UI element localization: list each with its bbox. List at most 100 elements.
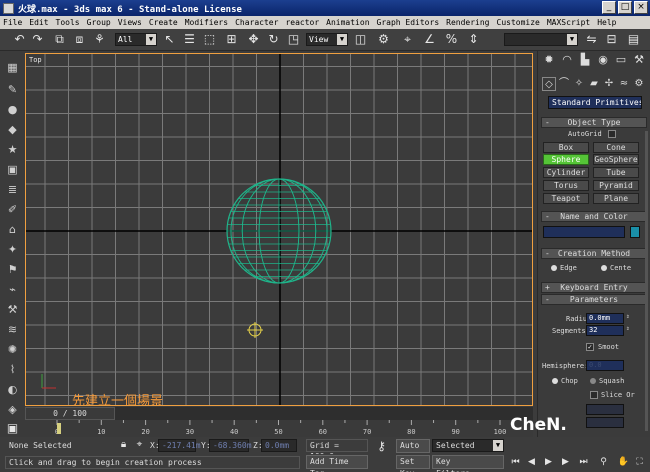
display-tab-icon[interactable]: ▭	[614, 53, 628, 67]
minimize-button[interactable]: _	[602, 1, 616, 14]
undo-icon[interactable]: ↶	[12, 32, 27, 47]
track-bar-toggle-icon[interactable]: ▣	[5, 421, 20, 436]
primitive-category-dropdown[interactable]: Standard Primitives	[548, 96, 642, 109]
object-name-input[interactable]	[543, 226, 625, 238]
menu-views[interactable]: Views	[118, 18, 142, 27]
go-to-end-icon[interactable]: ⏭	[576, 455, 591, 470]
tab-panel-icon[interactable]: ▦	[5, 61, 20, 75]
reference-coord-dropdown[interactable]: View ▼	[306, 33, 348, 46]
spinner-snap-icon[interactable]: ⇕	[466, 32, 481, 47]
light-tool-icon[interactable]: ✦	[5, 243, 20, 257]
rollout-name-color[interactable]: - Name and Color	[541, 211, 647, 222]
maximize-viewport-icon[interactable]: ⛶	[632, 455, 647, 470]
tube-button[interactable]: Tube	[593, 167, 639, 178]
shapes-category-icon[interactable]: ⌒	[557, 77, 571, 91]
hierarchy-tab-icon[interactable]: ▙	[578, 53, 592, 67]
cylinder-button[interactable]: Cylinder	[543, 167, 589, 178]
lights-category-icon[interactable]: ✧	[572, 77, 586, 91]
box-button[interactable]: Box	[543, 142, 589, 153]
center-radio[interactable]	[601, 265, 607, 271]
named-selection-dropdown[interactable]: ▼	[504, 33, 578, 46]
track-bar[interactable]: 0102030405060708090100 ▣	[0, 420, 533, 437]
spinner-arrows-icon[interactable]: ⇕	[626, 313, 630, 320]
x-coord-input[interactable]: -217.41m	[158, 439, 201, 452]
auto-key-button[interactable]: Auto Key	[396, 439, 430, 462]
menu-rendering[interactable]: Rendering	[446, 18, 489, 27]
play-icon[interactable]: ▶	[541, 455, 556, 470]
camera-tool-icon[interactable]: ⌂	[5, 223, 20, 237]
manipulate-icon[interactable]: ⚙	[376, 32, 391, 47]
pan-icon[interactable]: ✋	[616, 455, 631, 470]
layers-tool-icon[interactable]: ≣	[5, 183, 20, 197]
key-filters-button[interactable]: Key Filters...	[432, 455, 504, 472]
redo-icon[interactable]: ↷	[30, 32, 45, 47]
mirror-icon[interactable]: ⇋	[584, 32, 599, 47]
slice-from-input[interactable]	[586, 404, 624, 415]
go-to-start-icon[interactable]: ⏮	[508, 455, 523, 470]
rollout-creation-method[interactable]: - Creation Method	[541, 248, 647, 259]
rotate-icon[interactable]: ↻	[266, 32, 281, 47]
teapot-button[interactable]: Teapot	[543, 193, 589, 204]
menu-help[interactable]: Help	[597, 18, 616, 27]
plane-button[interactable]: Plane	[593, 193, 639, 204]
time-slider[interactable]: 0 / 100	[25, 407, 533, 420]
chop-radio[interactable]	[552, 378, 558, 384]
helper-tool-icon[interactable]: ⚑	[5, 263, 20, 277]
viewport-top[interactable]: Top 先建立一個場景	[25, 53, 533, 406]
system-tool-icon[interactable]: ⚒	[5, 303, 20, 317]
scale-icon[interactable]: ◳	[286, 32, 301, 47]
select-link-icon[interactable]: ⧉	[52, 32, 67, 47]
hemisphere-input[interactable]: 0.0	[586, 360, 624, 371]
key-icon[interactable]: ⚷	[374, 439, 389, 454]
pencil-tool-icon[interactable]: ✐	[5, 203, 20, 217]
particle-tool-icon[interactable]: ✺	[5, 343, 20, 357]
maximize-button[interactable]: □	[618, 1, 632, 14]
segments-input[interactable]: 32	[586, 325, 624, 336]
previous-frame-icon[interactable]: ◀	[524, 455, 539, 470]
squash-radio[interactable]	[590, 378, 596, 384]
sphere-button[interactable]: Sphere	[543, 154, 589, 165]
bind-space-warp-icon[interactable]: ⚘	[92, 32, 107, 47]
next-frame-icon[interactable]: ▶	[558, 455, 573, 470]
menu-animation[interactable]: Animation	[326, 18, 369, 27]
menu-edit[interactable]: Edit	[29, 18, 48, 27]
time-slider-thumb[interactable]: 0 / 100	[25, 407, 115, 420]
menu-customize[interactable]: Customize	[497, 18, 540, 27]
bone-tool-icon[interactable]: ⌇	[5, 363, 20, 377]
sphere-tool-icon[interactable]: ●	[5, 103, 20, 117]
render-tool-icon[interactable]: ◈	[5, 403, 20, 417]
edge-radio[interactable]	[551, 265, 557, 271]
utilities-tab-icon[interactable]: ⚒	[632, 53, 646, 67]
move-icon[interactable]: ✥	[246, 32, 261, 47]
pyramid-button[interactable]: Pyramid	[593, 180, 639, 191]
warp-tool-icon[interactable]: ⌁	[5, 283, 20, 297]
cone-button[interactable]: Cone	[593, 142, 639, 153]
select-object-icon[interactable]: ↖	[162, 32, 177, 47]
spacewarps-category-icon[interactable]: ≈	[617, 77, 631, 91]
set-key-button[interactable]: Set Key	[396, 455, 430, 472]
menu-graph-editors[interactable]: Graph Editors	[377, 18, 440, 27]
autogrid-checkbox[interactable]	[608, 130, 616, 138]
spinner-arrows-icon[interactable]: ⇕	[626, 325, 630, 332]
box-tool-icon[interactable]: ▣	[5, 163, 20, 177]
window-crossing-icon[interactable]: ⊞	[224, 32, 239, 47]
radius-input[interactable]: 0.0mm	[586, 313, 624, 324]
rectangular-selection-icon[interactable]: ⬚	[202, 32, 217, 47]
motion-tab-icon[interactable]: ◉	[596, 53, 610, 67]
zoom-icon[interactable]: ⚲	[596, 455, 611, 470]
create-tab-icon[interactable]: ✹	[542, 53, 556, 67]
shapes-icon[interactable]: ✎	[5, 83, 20, 97]
helpers-category-icon[interactable]: ✢	[602, 77, 616, 91]
slice-on-checkbox[interactable]	[590, 391, 598, 399]
smooth-checkbox[interactable]: ✓	[586, 343, 594, 351]
menu-modifiers[interactable]: Modifiers	[185, 18, 228, 27]
rollout-object-type[interactable]: - Object Type	[541, 117, 647, 128]
mesh-tool-icon[interactable]: ◆	[5, 123, 20, 137]
viewport-label[interactable]: Top	[29, 56, 42, 64]
rollout-parameters[interactable]: - Parameters	[541, 294, 647, 305]
rollout-keyboard-entry[interactable]: + Keyboard Entry	[541, 282, 647, 293]
menu-create[interactable]: Create	[149, 18, 178, 27]
geosphere-button[interactable]: GeoSphere	[593, 154, 639, 165]
object-color-swatch[interactable]	[630, 226, 640, 238]
angle-snap-icon[interactable]: ∠	[422, 32, 437, 47]
